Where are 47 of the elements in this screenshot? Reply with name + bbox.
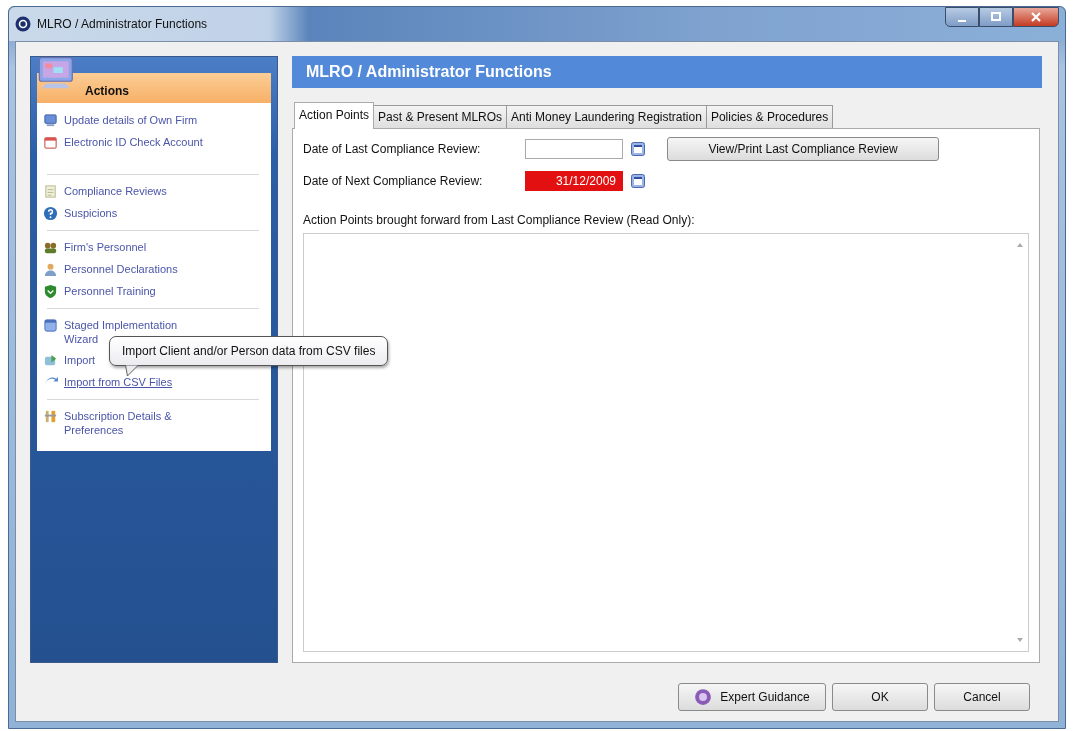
actions-title: Actions xyxy=(85,83,129,98)
window-title: MLRO / Administrator Functions xyxy=(37,17,208,31)
maximize-button[interactable] xyxy=(979,7,1013,27)
field-label: Date of Next Compliance Review: xyxy=(303,174,484,188)
people-icon xyxy=(43,240,58,255)
minimize-button[interactable] xyxy=(945,7,979,27)
tooltip-text: Import Client and/or Person data from CSV files xyxy=(122,344,376,358)
sidebar-link[interactable]: Import xyxy=(64,353,96,367)
sidebar-link[interactable]: Import from CSV Files xyxy=(64,375,173,389)
dialog-button[interactable]: Cancel xyxy=(934,683,1030,711)
window-icon xyxy=(43,318,58,333)
shield-icon xyxy=(43,284,58,299)
sidebar-link[interactable]: Compliance Reviews xyxy=(64,184,167,198)
sidebar-link[interactable]: Suspicions xyxy=(64,206,118,220)
person-icon xyxy=(43,262,58,277)
close-icon xyxy=(1031,12,1041,22)
date-field[interactable] xyxy=(525,139,623,159)
notes-label: Action Points brought forward from Last Compliance Review (Read Only): xyxy=(303,213,696,227)
close-button[interactable] xyxy=(1013,7,1059,27)
dialog-button[interactable]: OK xyxy=(832,683,928,711)
tab[interactable]: Past & Present MLROs xyxy=(373,105,508,128)
import-icon xyxy=(43,353,58,368)
app-icon xyxy=(15,16,31,32)
sidebar-link[interactable]: Personnel Declarations xyxy=(64,262,178,276)
maximize-icon xyxy=(991,12,1001,22)
tools-icon xyxy=(43,409,58,424)
tab[interactable]: Anti Money Laundering Registration xyxy=(506,105,707,128)
sidebar-link[interactable]: Firm's Personnel xyxy=(64,240,147,254)
calendar-button[interactable] xyxy=(631,174,645,188)
view-print-button[interactable]: View/Print Last Compliance Review xyxy=(667,137,939,161)
sidebar-link[interactable]: Subscription Details & Preferences xyxy=(64,409,212,437)
sidebar-link[interactable]: Personnel Training xyxy=(64,284,156,298)
sidebar-link[interactable]: Update details of Own Firm xyxy=(64,113,198,127)
help-icon xyxy=(43,206,58,221)
date-field[interactable]: 31/12/2009 xyxy=(525,171,623,191)
minimize-icon xyxy=(958,19,966,22)
panel-header: MLRO / Administrator Functions xyxy=(292,56,1042,88)
tab[interactable]: Policies & Procedures xyxy=(705,105,834,128)
expert-guidance-button[interactable]: Expert Guidance xyxy=(678,683,826,711)
field-label: Date of Last Compliance Review: xyxy=(303,142,482,156)
calendar-button[interactable] xyxy=(631,142,645,156)
sidebar-link[interactable]: Electronic ID Check Account xyxy=(64,135,203,149)
guidance-icon xyxy=(694,688,713,706)
document-icon xyxy=(43,184,58,199)
calendar-icon xyxy=(43,135,58,150)
computer-icon xyxy=(43,113,58,128)
tab[interactable]: Action Points xyxy=(294,102,375,129)
